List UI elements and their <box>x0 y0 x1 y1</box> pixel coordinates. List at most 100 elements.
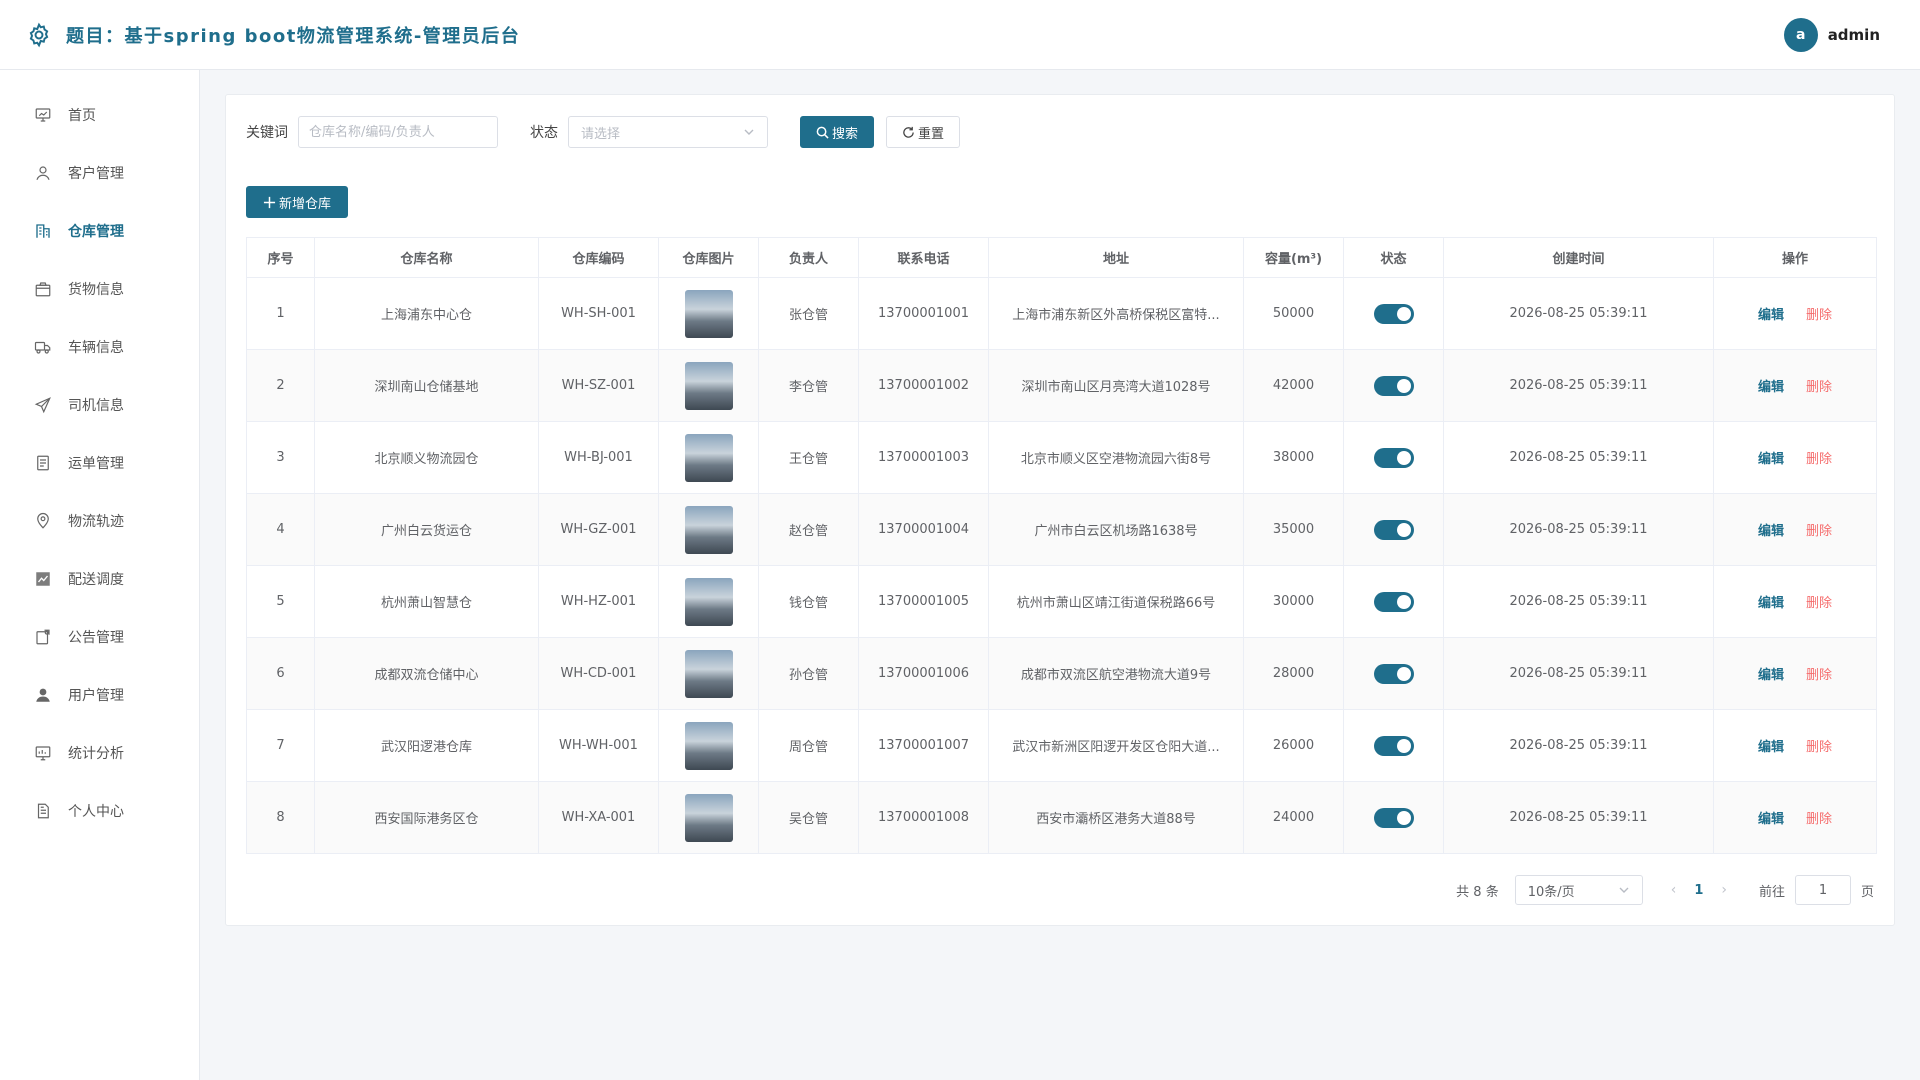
warehouse-thumbnail[interactable] <box>684 793 733 842</box>
edit-button[interactable]: 编辑 <box>1758 308 1784 323</box>
delete-button[interactable]: 删除 <box>1806 596 1832 611</box>
cell-index: 5 <box>246 565 315 638</box>
page-number[interactable]: 1 <box>1694 883 1703 898</box>
edit-button[interactable]: 编辑 <box>1758 452 1784 467</box>
cell-warehouse-name: 上海浦东中心仓 <box>314 277 539 350</box>
warehouse-thumbnail[interactable] <box>684 505 733 554</box>
column-header: 创建时间 <box>1443 237 1714 278</box>
next-page-button[interactable]: › <box>1721 882 1727 898</box>
status-select-placeholder: 请选择 <box>581 126 621 142</box>
edit-button[interactable]: 编辑 <box>1758 740 1784 755</box>
warehouse-thumbnail[interactable] <box>684 577 733 626</box>
cell-address: 杭州市萧山区靖江街道保税路66号 <box>988 565 1244 638</box>
delete-button[interactable]: 删除 <box>1806 812 1832 827</box>
delete-button[interactable]: 删除 <box>1806 524 1832 539</box>
prev-page-button[interactable]: ‹ <box>1671 882 1677 898</box>
delete-button[interactable]: 删除 <box>1806 380 1832 395</box>
goto-page-input[interactable] <box>1794 875 1851 905</box>
sidebar-item-statistics[interactable]: 统计分析 <box>0 724 199 782</box>
cell-actions: 编辑 删除 <box>1713 565 1877 638</box>
sidebar-item-waybills[interactable]: 运单管理 <box>0 434 199 492</box>
reset-button[interactable]: 重置 <box>886 116 960 148</box>
cell-address: 广州市白云区机场路1638号 <box>988 493 1244 566</box>
username[interactable]: admin <box>1828 26 1880 44</box>
cell-manager: 孙仓管 <box>758 637 859 710</box>
cell-created-time: 2026-08-25 05:39:11 <box>1443 277 1714 350</box>
cell-capacity: 38000 <box>1243 421 1344 494</box>
search-button[interactable]: 搜索 <box>800 116 874 148</box>
cell-created-time: 2026-08-25 05:39:11 <box>1443 493 1714 566</box>
delete-button[interactable]: 删除 <box>1806 668 1832 683</box>
cell-address: 成都市双流区航空港物流大道9号 <box>988 637 1244 710</box>
status-toggle[interactable] <box>1373 303 1414 324</box>
avatar[interactable]: a <box>1783 18 1818 52</box>
search-button-label: 搜索 <box>831 126 858 142</box>
delete-button[interactable]: 删除 <box>1806 740 1832 755</box>
status-toggle[interactable] <box>1373 663 1414 684</box>
edit-button[interactable]: 编辑 <box>1758 668 1784 683</box>
column-header: 序号 <box>246 237 315 278</box>
delete-button[interactable]: 删除 <box>1806 452 1832 467</box>
sidebar-item-vehicles[interactable]: 车辆信息 <box>0 318 199 376</box>
status-toggle[interactable] <box>1373 447 1414 468</box>
total-count: 共 8 条 <box>1456 884 1499 900</box>
sidebar-item-goods[interactable]: 货物信息 <box>0 260 199 318</box>
stats-icon <box>35 746 51 761</box>
edit-button[interactable]: 编辑 <box>1758 380 1784 395</box>
status-toggle[interactable] <box>1373 375 1414 396</box>
cell-created-time: 2026-08-25 05:39:11 <box>1443 637 1714 710</box>
sidebar-item-drivers[interactable]: 司机信息 <box>0 376 199 434</box>
cell-warehouse-code: WH-HZ-001 <box>538 565 659 638</box>
warehouse-thumbnail[interactable] <box>684 433 733 482</box>
status-toggle[interactable] <box>1373 519 1414 540</box>
status-toggle[interactable] <box>1373 735 1414 756</box>
cell-actions: 编辑 删除 <box>1713 421 1877 494</box>
cell-status <box>1343 277 1444 350</box>
warehouse-thumbnail[interactable] <box>684 721 733 770</box>
sidebar-item-dispatch[interactable]: 配送调度 <box>0 550 199 608</box>
sidebar-item-home[interactable]: 首页 <box>0 86 199 144</box>
table-row: 7 武汉阳逻港仓库 WH-WH-001 周仓管 13700001007 武汉市新洲区阳逻开… <box>246 709 1877 782</box>
cell-warehouse-name: 北京顺义物流园仓 <box>314 421 539 494</box>
warehouse-icon <box>36 224 50 238</box>
status-toggle[interactable] <box>1373 591 1414 612</box>
gear-icon <box>29 22 49 47</box>
sidebar-item-tracking[interactable]: 物流轨迹 <box>0 492 199 550</box>
edit-button[interactable]: 编辑 <box>1758 812 1784 827</box>
user-menu[interactable]: a admin <box>1783 18 1880 52</box>
warehouse-thumbnail[interactable] <box>684 649 733 698</box>
add-warehouse-button[interactable]: 新增仓库 <box>246 186 348 218</box>
cell-status <box>1343 349 1444 422</box>
cell-warehouse-image <box>658 277 759 350</box>
sidebar-item-profile[interactable]: 个人中心 <box>0 782 199 840</box>
keyword-input[interactable] <box>298 116 498 148</box>
table-row: 6 成都双流仓储中心 WH-CD-001 孙仓管 13700001006 成都市双流区航空… <box>246 637 1877 710</box>
edit-button[interactable]: 编辑 <box>1758 524 1784 539</box>
status-toggle[interactable] <box>1373 807 1414 828</box>
cell-warehouse-code: WH-SH-001 <box>538 277 659 350</box>
content-card: 关键词 状态 请选择 搜索 重置 新增仓库 序号 <box>225 94 1895 926</box>
notice-icon <box>36 629 50 645</box>
warehouse-thumbnail[interactable] <box>684 361 733 410</box>
warehouse-thumbnail[interactable] <box>684 289 733 338</box>
table-row: 2 深圳南山仓储基地 WH-SZ-001 李仓管 13700001002 深圳市南山区月亮… <box>246 349 1877 422</box>
delete-button[interactable]: 删除 <box>1806 308 1832 323</box>
sidebar-item-customers[interactable]: 客户管理 <box>0 144 199 202</box>
edit-button[interactable]: 编辑 <box>1758 596 1784 611</box>
cell-warehouse-code: WH-BJ-001 <box>538 421 659 494</box>
cell-index: 1 <box>246 277 315 350</box>
sidebar-item-users[interactable]: 用户管理 <box>0 666 199 724</box>
cell-index: 2 <box>246 349 315 422</box>
cell-address: 武汉市新洲区阳逻开发区仓阳大道... <box>988 709 1244 782</box>
column-header: 容量(m³) <box>1243 237 1344 278</box>
warehouse-table: 序号 仓库名称 仓库编码 仓库图片 负责人 联系电话 地址 容量(m³) 状态 … <box>246 237 1877 854</box>
cell-status <box>1343 493 1444 566</box>
cell-capacity: 24000 <box>1243 781 1344 854</box>
sidebar-item-notices[interactable]: 公告管理 <box>0 608 199 666</box>
page-size-select[interactable]: 10条/页 <box>1514 875 1643 905</box>
page-suffix: 页 <box>1860 884 1874 900</box>
status-select[interactable]: 请选择 <box>568 116 768 148</box>
sidebar-item-warehouses[interactable]: 仓库管理 <box>0 202 199 260</box>
sidebar-item-label: 车辆信息 <box>68 340 124 356</box>
cell-phone: 13700001007 <box>858 709 989 782</box>
